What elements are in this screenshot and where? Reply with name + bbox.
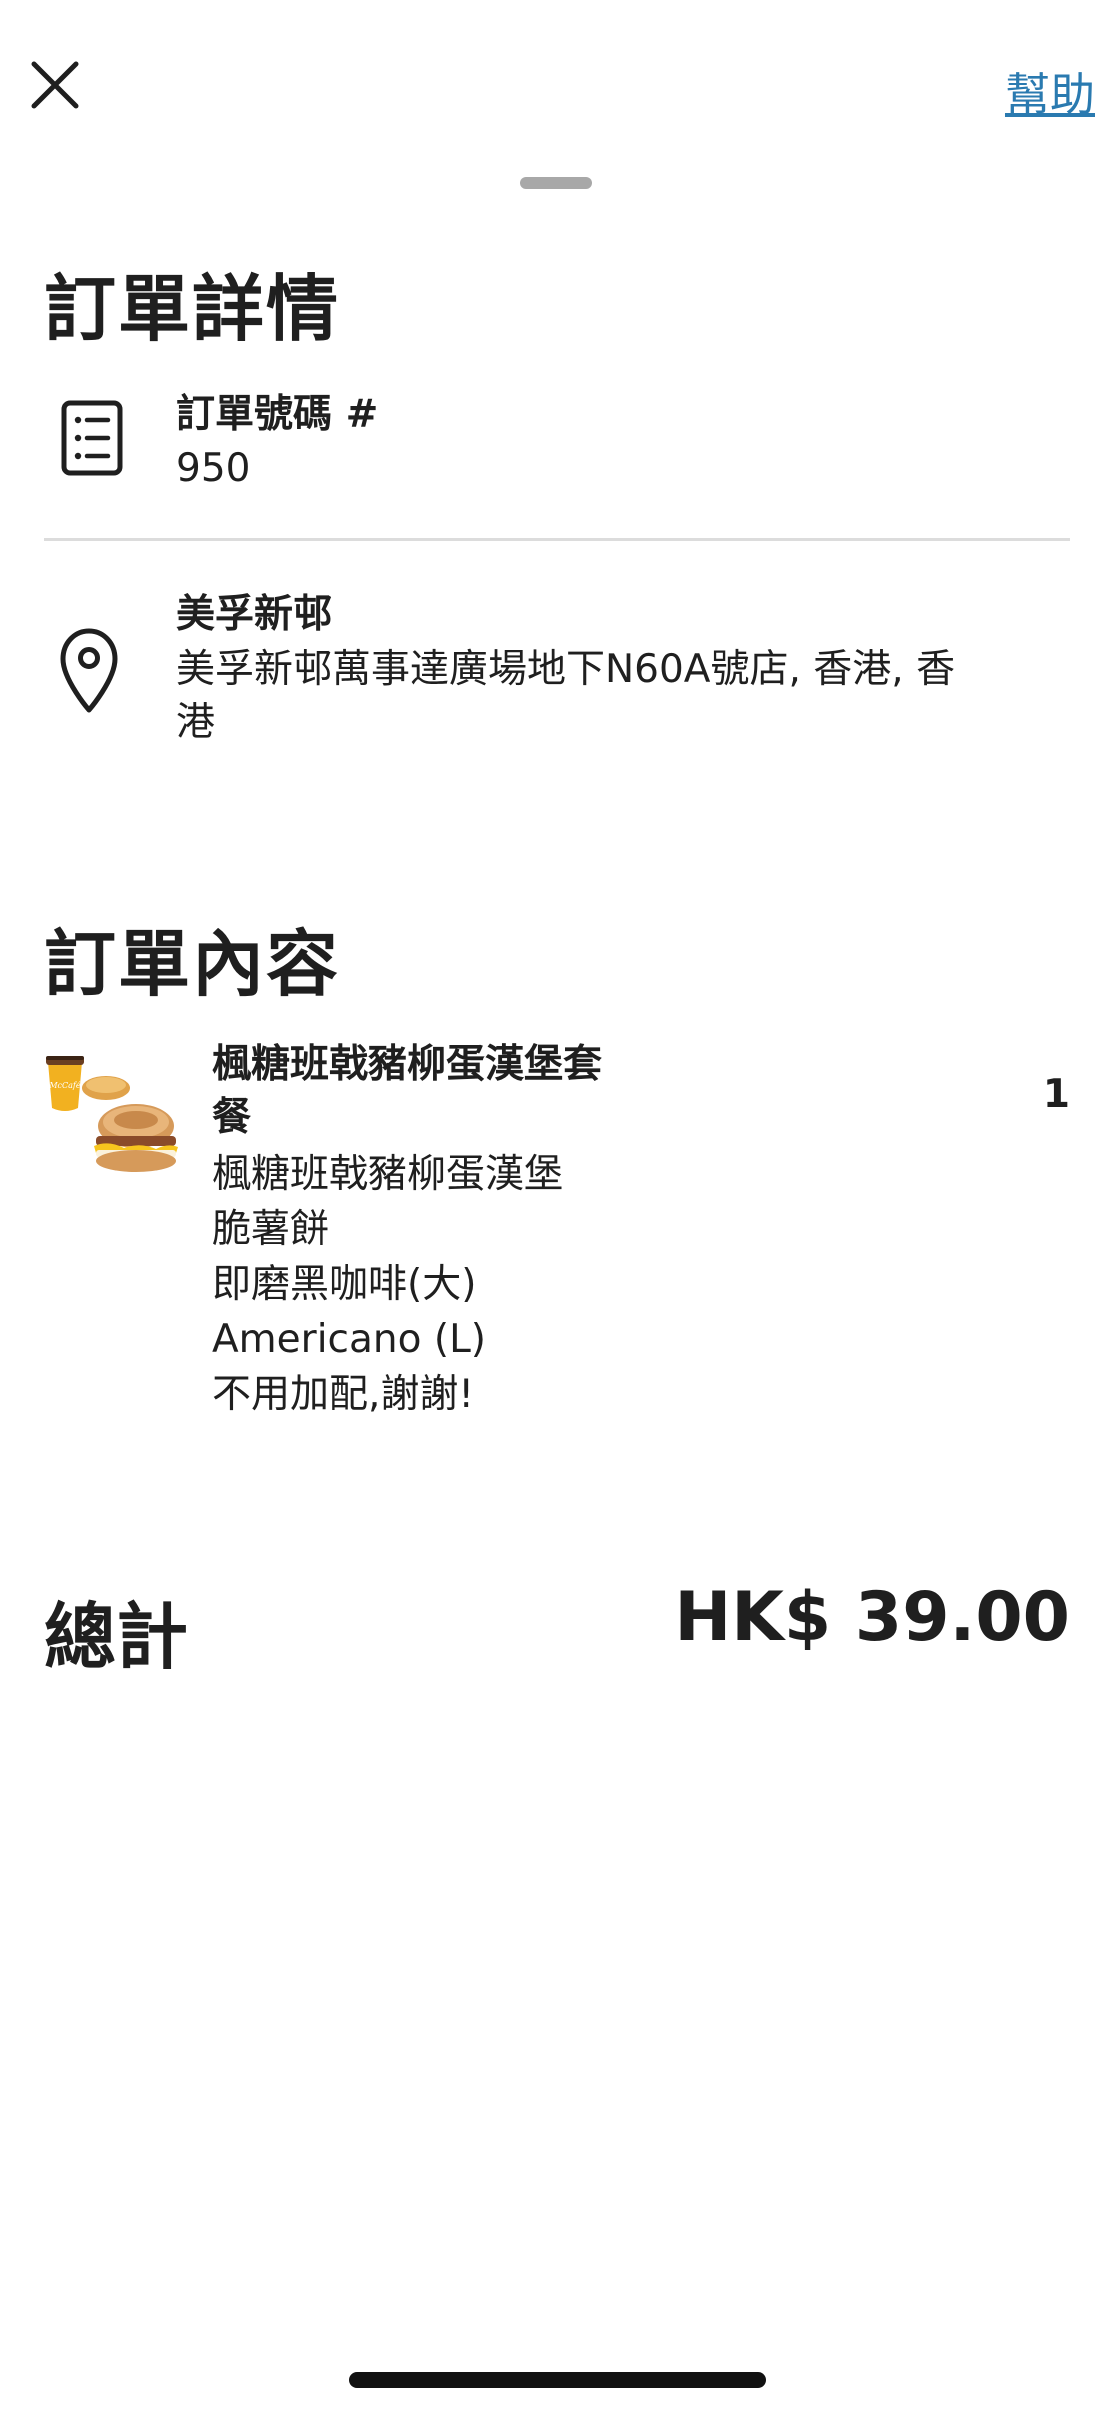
close-icon bbox=[31, 61, 79, 109]
store-name: 美孚新邨 bbox=[176, 592, 333, 637]
item-option: 即磨黑咖啡(大) bbox=[212, 1262, 477, 1307]
close-button[interactable] bbox=[30, 60, 80, 110]
divider bbox=[44, 538, 1070, 541]
store-address: 美孚新邨萬事達廣場地下N60A號店, 香港, 香港 bbox=[176, 647, 956, 745]
order-contents-title: 訂單內容 bbox=[44, 922, 341, 1006]
item-options: 楓糖班戟豬柳蛋漢堡 脆薯餅 即磨黑咖啡(大) Americano (L) 不用加… bbox=[212, 1147, 563, 1422]
sheet-grabber-handle[interactable] bbox=[520, 177, 592, 189]
order-details-title: 訂單詳情 bbox=[44, 267, 341, 351]
receipt-icon bbox=[58, 398, 134, 488]
item-option: 不用加配,謝謝! bbox=[212, 1372, 475, 1417]
location-pin-icon bbox=[58, 626, 134, 716]
help-link[interactable]: 幫助 bbox=[1005, 58, 1095, 123]
home-indicator[interactable] bbox=[349, 2372, 766, 2388]
order-number-value: 950 bbox=[176, 446, 251, 491]
item-option: Americano (L) bbox=[212, 1317, 487, 1362]
total-amount: HK$ 39.00 bbox=[674, 1578, 1070, 1657]
meal-image: McCafé bbox=[44, 1048, 182, 1174]
total-label: 總計 bbox=[44, 1595, 189, 1679]
cup-brand-text: McCafé bbox=[48, 1081, 81, 1090]
item-name: 楓糖班戟豬柳蛋漢堡套餐 bbox=[212, 1042, 603, 1140]
order-number-label: 訂單號碼 # bbox=[176, 392, 379, 437]
item-quantity: 1 bbox=[1042, 1072, 1070, 1117]
item-option: 楓糖班戟豬柳蛋漢堡 bbox=[212, 1152, 564, 1197]
item-option: 脆薯餅 bbox=[212, 1207, 330, 1252]
